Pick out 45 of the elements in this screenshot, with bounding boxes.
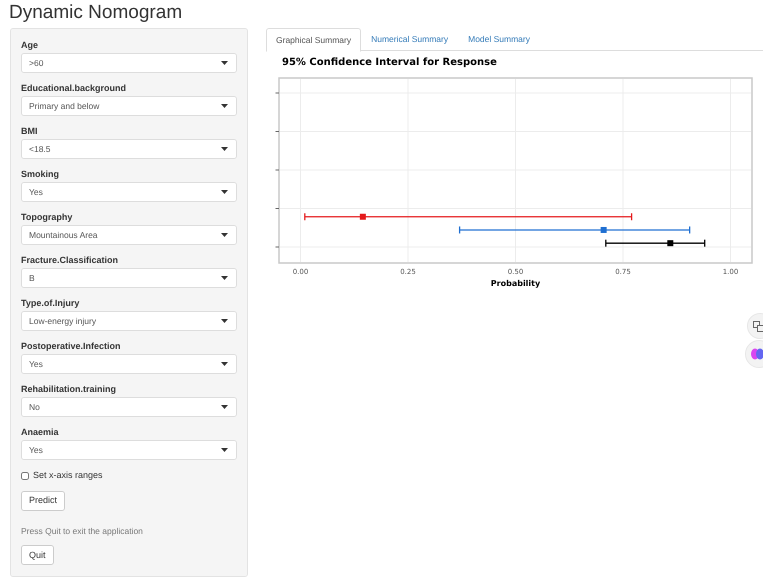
tab[interactable]: Numerical Summary [361, 28, 458, 51]
caret-icon [221, 405, 228, 409]
select-dropdown[interactable]: Yes [21, 440, 237, 460]
select-dropdown[interactable]: <18.5 [21, 139, 237, 159]
help-text: Press Quit to exit the application [21, 524, 144, 538]
checkbox[interactable] [21, 472, 29, 480]
field-label: Educational.background [21, 83, 128, 94]
tick-mark [275, 246, 280, 248]
caret-icon [221, 61, 228, 65]
field-label: Type.of.Injury [21, 298, 80, 309]
quit-button[interactable]: Quit [21, 545, 54, 566]
caret-icon [221, 276, 228, 280]
page-title: Dynamic Nomogram [9, 2, 184, 24]
select-dropdown[interactable]: Yes [21, 354, 237, 374]
field-label: BMI [21, 126, 38, 137]
tab[interactable]: Model Summary [458, 28, 540, 51]
select-dropdown[interactable]: Yes [21, 182, 237, 202]
predict-button[interactable]: Predict [21, 490, 66, 510]
caret-icon [221, 362, 228, 366]
axis-title: Probability [490, 279, 540, 288]
select-dropdown[interactable]: >60 [21, 53, 237, 73]
chart-title: 95% Confidence Interval for Response [282, 56, 498, 70]
checkbox-label: Set x-axis ranges [33, 469, 103, 482]
tick-mark [275, 131, 280, 132]
caret-icon [221, 319, 228, 323]
field-label: Age [21, 40, 40, 51]
select-dropdown[interactable]: B [21, 268, 237, 288]
caret-icon [221, 448, 228, 452]
tab[interactable]: Graphical Summary [266, 28, 362, 52]
select-dropdown[interactable]: No [21, 397, 237, 417]
caret-icon [221, 233, 228, 237]
caret-icon [221, 104, 228, 108]
select-dropdown[interactable]: Low-energy injury [21, 311, 237, 331]
field-label: Postoperative.Infection [21, 341, 122, 352]
caret-icon [221, 147, 228, 151]
field-label: Fracture.Classification [21, 255, 120, 266]
select-dropdown[interactable]: Primary and below [21, 96, 237, 116]
field-label: Topography [21, 212, 74, 223]
field-label: Rehabilitation.training [21, 384, 118, 395]
field-label: Anaemia [21, 427, 60, 438]
tick-mark [275, 92, 280, 94]
caret-icon [221, 190, 228, 194]
tick-mark [275, 208, 280, 209]
field-label: Smoking [21, 169, 60, 180]
select-dropdown[interactable]: Mountainous Area [21, 225, 237, 245]
